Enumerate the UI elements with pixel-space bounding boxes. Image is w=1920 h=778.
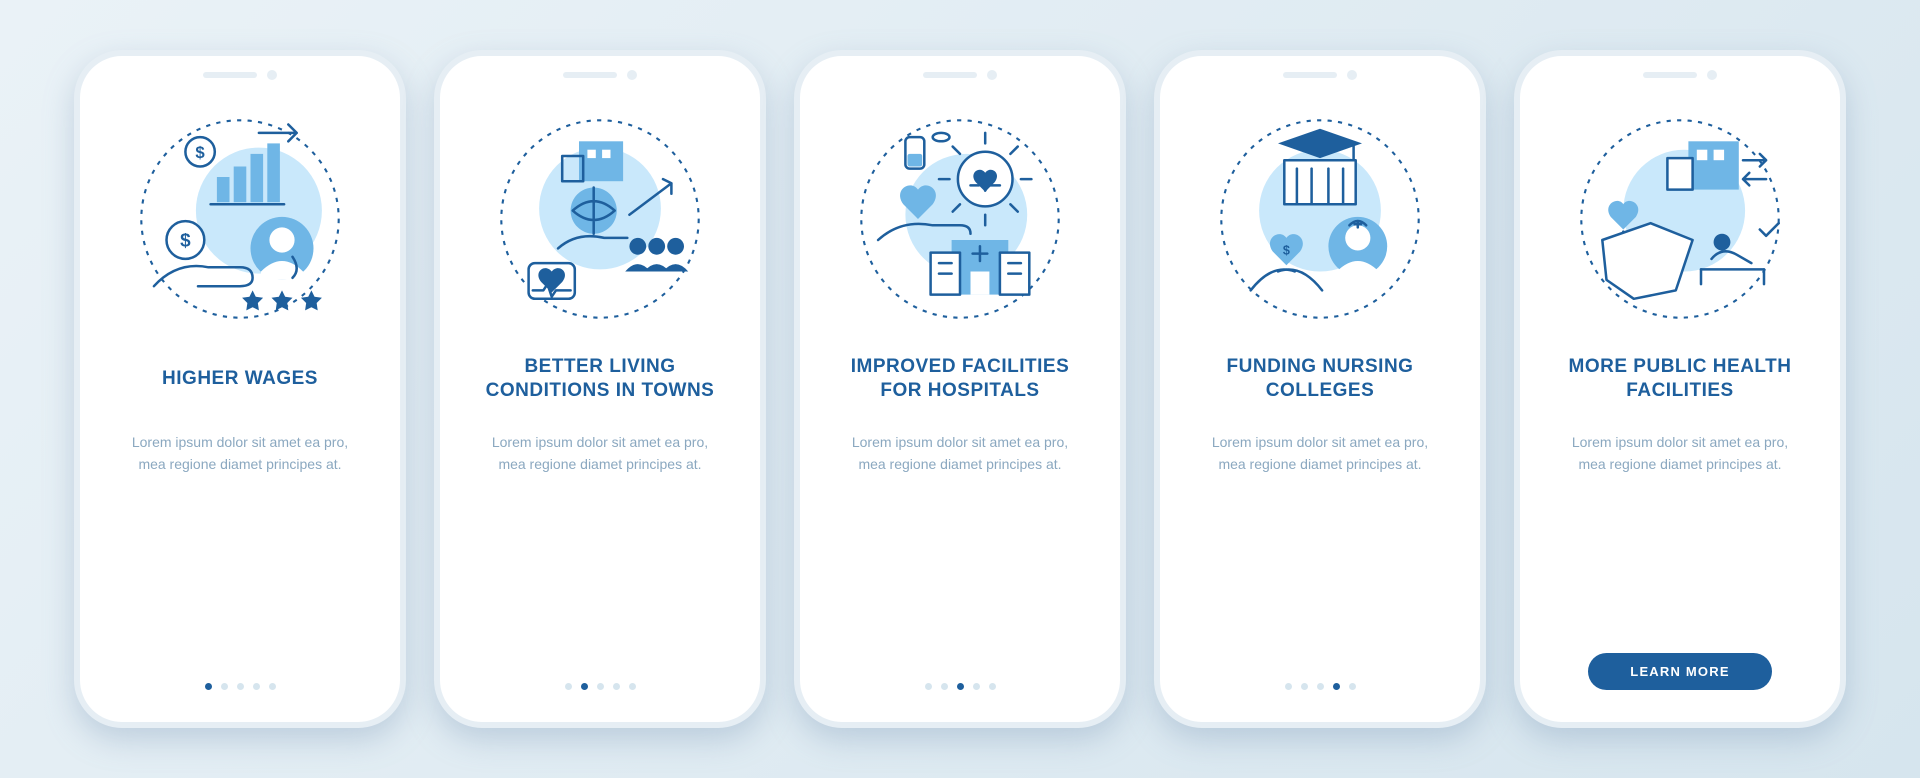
nursing-funding-icon: $	[1182, 114, 1458, 324]
screen-title: MORE PUBLIC HEALTH FACILITIES	[1542, 354, 1818, 404]
screen-body: Lorem ipsum dolor sit amet ea pro, mea r…	[822, 432, 1098, 475]
screen-title: BETTER LIVING CONDITIONS IN TOWNS	[462, 354, 738, 404]
wages-icon: $ $	[102, 114, 378, 324]
dot[interactable]	[581, 683, 588, 690]
phone-frame: IMPROVED FACILITIES FOR HOSPITALS Lorem …	[794, 50, 1126, 728]
screen-body: Lorem ipsum dolor sit amet ea pro, mea r…	[462, 432, 738, 475]
svg-text:$: $	[1283, 244, 1290, 258]
phone-frame: BETTER LIVING CONDITIONS IN TOWNS Lorem …	[434, 50, 766, 728]
dot[interactable]	[1349, 683, 1356, 690]
screen-title: IMPROVED FACILITIES FOR HOSPITALS	[822, 354, 1098, 404]
screen-body: Lorem ipsum dolor sit amet ea pro, mea r…	[102, 432, 378, 475]
phone-notch	[203, 70, 277, 80]
screen-title: FUNDING NURSING COLLEGES	[1182, 354, 1458, 404]
hospital-facilities-icon	[822, 114, 1098, 324]
phone-frame: MORE PUBLIC HEALTH FACILITIES Lorem ipsu…	[1514, 50, 1846, 728]
phone-notch	[1643, 70, 1717, 80]
dot[interactable]	[1317, 683, 1324, 690]
dot[interactable]	[973, 683, 980, 690]
pagination-dots	[462, 683, 738, 690]
pagination-dots	[102, 683, 378, 690]
dot[interactable]	[1285, 683, 1292, 690]
dot[interactable]	[1301, 683, 1308, 690]
svg-text:$: $	[180, 230, 191, 251]
screen-body: Lorem ipsum dolor sit amet ea pro, mea r…	[1182, 432, 1458, 475]
dot[interactable]	[629, 683, 636, 690]
learn-more-button[interactable]: LEARN MORE	[1588, 653, 1771, 690]
pagination-dots	[822, 683, 1098, 690]
living-conditions-icon	[462, 114, 738, 324]
phone-notch	[923, 70, 997, 80]
dot[interactable]	[269, 683, 276, 690]
svg-text:$: $	[195, 143, 205, 162]
dot[interactable]	[565, 683, 572, 690]
screen-body: Lorem ipsum dolor sit amet ea pro, mea r…	[1542, 432, 1818, 475]
dot[interactable]	[1333, 683, 1340, 690]
dot[interactable]	[597, 683, 604, 690]
dot[interactable]	[989, 683, 996, 690]
dot[interactable]	[957, 683, 964, 690]
dot[interactable]	[205, 683, 212, 690]
phone-frame: $ $ HIGHER WAGES Lorem ipsum dolor sit a…	[74, 50, 406, 728]
dot[interactable]	[221, 683, 228, 690]
dot[interactable]	[613, 683, 620, 690]
dot[interactable]	[925, 683, 932, 690]
phones-row: $ $ HIGHER WAGES Lorem ipsum dolor sit a…	[74, 50, 1846, 728]
phone-frame: $ FUNDING NURSING COLLEGES Lorem ipsum d…	[1154, 50, 1486, 728]
phone-notch	[1283, 70, 1357, 80]
pagination-dots	[1182, 683, 1458, 690]
screen-title: HIGHER WAGES	[102, 354, 378, 404]
public-health-icon	[1542, 114, 1818, 324]
dot[interactable]	[941, 683, 948, 690]
dot[interactable]	[253, 683, 260, 690]
phone-notch	[563, 70, 637, 80]
dot[interactable]	[237, 683, 244, 690]
